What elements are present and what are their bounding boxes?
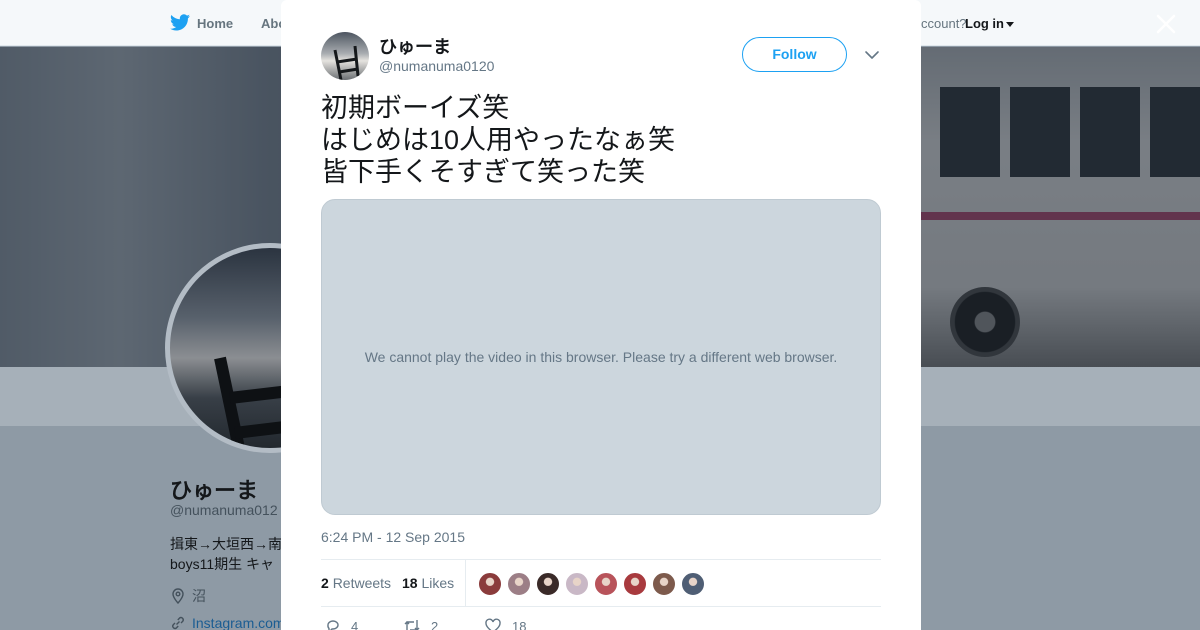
likes-label: Likes [421,575,455,591]
liker-avatar[interactable] [623,572,647,596]
video-player[interactable]: We cannot play the video in this browser… [321,199,881,515]
reply-count: 4 [351,618,359,630]
profile-location: 沼 [170,586,206,606]
link-icon [172,616,184,630]
liker-avatar[interactable] [681,572,705,596]
like-count: 18 [512,618,527,630]
liker-avatar[interactable] [652,572,676,596]
tweet-timestamp[interactable]: 6:24 PM - 12 Sep 2015 [321,529,465,545]
tweet-text: 初期ボーイズ笑 はじめは10人用やったなぁ笑 皆下手くそすぎて笑った笑 [321,92,881,188]
liker-avatar[interactable] [594,572,618,596]
tweet-author-avatar[interactable] [321,32,369,80]
login-menu[interactable]: Log in [965,16,1014,31]
retweet-count: 2 [431,618,439,630]
caret-down-icon [1006,22,1014,28]
reply-icon [327,620,339,630]
nav-home-link[interactable]: Home [197,16,233,31]
tweet-text-line: はじめは10人用やったなぁ笑 [321,125,676,155]
retweets-count: 2 [321,575,329,591]
like-action[interactable]: 18 [484,618,526,630]
login-label: Log in [965,16,1004,31]
liker-avatar[interactable] [478,572,502,596]
retweet-icon [404,620,420,630]
profile-website[interactable]: Instagram.com [170,615,285,630]
avatar-structure-graphic [333,45,360,80]
retweets-label: Retweets [332,575,392,591]
twitter-bird-icon[interactable] [170,14,190,31]
account-prompt: ccount? [921,16,967,31]
follow-button[interactable]: Follow [742,37,847,72]
tweet-stats: 2 Retweets 18 Likes [321,559,881,607]
tweet-actions: 4 2 18 [321,618,881,630]
close-icon[interactable] [1154,12,1178,36]
profile-bio-line: boys11期生 キャ [170,556,274,572]
tweet-text-line: 初期ボーイズ笑 [321,93,510,123]
stats-divider [465,560,466,607]
retweets-stat[interactable]: 2 Retweets [321,575,391,591]
location-pin-icon [172,588,184,604]
video-unsupported-message: We cannot play the video in this browser… [364,349,838,365]
tweet-modal: ひゅーま @numanuma0120 Follow 初期ボーイズ笑 はじめは10… [281,0,921,630]
website-link-text[interactable]: Instagram.com [192,615,285,630]
liker-avatar[interactable] [565,572,589,596]
liker-avatar[interactable] [507,572,531,596]
tweet-author-name[interactable]: ひゅーま [379,33,451,59]
chevron-down-icon[interactable] [864,47,880,63]
liker-avatar[interactable] [536,572,560,596]
heart-icon [485,618,501,630]
retweet-action[interactable]: 2 [403,618,438,630]
likes-stat[interactable]: 18 Likes [402,575,454,591]
tweet-text-line: 皆下手くそすぎて笑った笑 [321,157,645,187]
likes-count: 18 [402,575,418,591]
profile-name: ひゅーま [170,478,259,503]
tweet-author-handle[interactable]: @numanuma0120 [379,58,494,74]
location-text: 沼 [192,588,206,604]
liker-avatars [478,572,705,596]
profile-handle: @numanuma012 [170,502,278,518]
reply-action[interactable]: 4 [325,618,358,630]
profile-bio-line: 揖東→大垣西→南 [170,536,282,552]
